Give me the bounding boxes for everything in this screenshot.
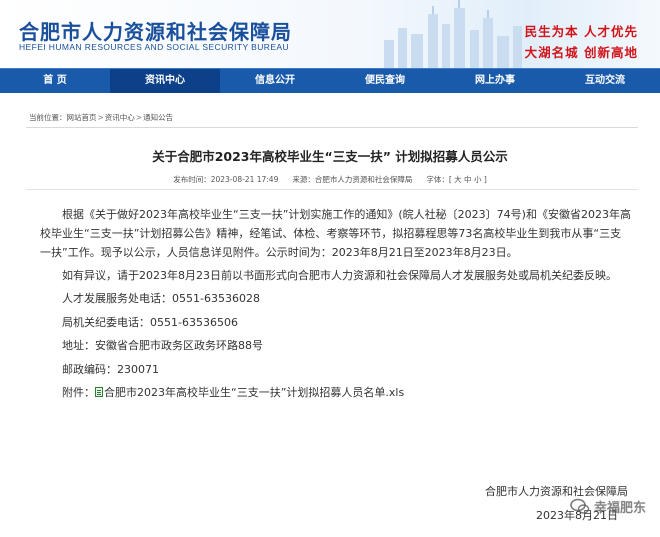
nav-item-news-center[interactable]: 资讯中心 bbox=[110, 69, 220, 93]
article-meta: 发布时间：2023-08-21 17:49 来源：合肥市人力资源和社会保障局 字… bbox=[0, 174, 660, 185]
watermark: 幸福肥东 bbox=[570, 497, 646, 516]
watermark-text: 幸福肥东 bbox=[593, 501, 646, 516]
contact-talent-dept: 人才发展服务处电话：0551-63536028 bbox=[62, 292, 260, 305]
font-size-large[interactable]: 大 bbox=[454, 175, 462, 184]
breadcrumb-prefix: 当前位置： bbox=[29, 113, 67, 122]
nav-item-public-query[interactable]: 便民查询 bbox=[330, 69, 440, 93]
breadcrumb-news-center[interactable]: 资讯中心 bbox=[105, 112, 135, 123]
breadcrumb-notices[interactable]: 通知公告 bbox=[143, 112, 173, 123]
font-size-small[interactable]: 小 bbox=[474, 175, 482, 184]
nav-item-online-service[interactable]: 网上办事 bbox=[440, 69, 550, 93]
slogan-line-2: 大湖名城 创新高地 bbox=[524, 45, 638, 60]
nav-item-interaction[interactable]: 互动交流 bbox=[550, 69, 660, 93]
article-source: 来源：合肥市人力资源和社会保障局 bbox=[292, 175, 413, 184]
site-header: 合肥市人力资源和社会保障局 HEFEI HUMAN RESOURCES AND … bbox=[0, 0, 660, 68]
attachment-link[interactable]: 合肥市2023年高校毕业生“三支一扶”计划拟招募人员名单.xls bbox=[104, 386, 404, 399]
breadcrumb-divider bbox=[26, 127, 638, 128]
article-paragraph-1: 根据《关于做好2023年高校毕业生“三支一扶”计划实施工作的通知》(皖人社秘〔2… bbox=[40, 208, 631, 259]
meta-divider bbox=[26, 189, 638, 190]
article-title: 关于合肥市2023年高校毕业生“三支一扶” 计划拟招募人员公示 bbox=[152, 149, 508, 164]
breadcrumb-separator: > bbox=[135, 113, 143, 122]
excel-file-icon bbox=[95, 387, 103, 397]
publish-time: 发布时间：2023-08-21 17:49 bbox=[173, 175, 279, 184]
contact-address: 地址：安徽省合肥市政务区政务环路88号 bbox=[62, 339, 263, 352]
city-skyline-icon bbox=[384, 0, 522, 68]
breadcrumb-separator: > bbox=[97, 113, 104, 122]
article-body: 根据《关于做好2023年高校毕业生“三支一扶”计划实施工作的通知》(皖人社秘〔2… bbox=[40, 205, 632, 407]
contact-discipline-committee: 局机关纪委电话：0551-63536506 bbox=[62, 315, 238, 329]
attachment-row: 附件： 合肥市2023年高校毕业生“三支一扶”计划拟招募人员名单.xls bbox=[62, 386, 405, 399]
site-logo-subtitle: HEFEI HUMAN RESOURCES AND SOCIAL SECURIT… bbox=[19, 42, 289, 52]
slogan-line-1: 民生为本 人才优先 bbox=[524, 24, 638, 39]
contact-postcode: 邮政编码：230071 bbox=[62, 362, 159, 376]
breadcrumb: 当前位置： 网站首页 > 资讯中心 > 通知公告 bbox=[29, 112, 173, 123]
main-nav: 首 页 资讯中心 信息公开 便民查询 网上办事 互动交流 bbox=[0, 68, 660, 93]
font-size-medium[interactable]: 中 bbox=[464, 175, 472, 184]
nav-item-info-disclosure[interactable]: 信息公开 bbox=[220, 69, 330, 93]
site-logo-title[interactable]: 合肥市人力资源和社会保障局 bbox=[19, 16, 292, 45]
breadcrumb-home[interactable]: 网站首页 bbox=[67, 112, 97, 123]
wechat-channel-icon bbox=[570, 498, 590, 514]
nav-item-home[interactable]: 首 页 bbox=[0, 69, 110, 93]
font-size-control: 字体：[ 大 中 小 ] bbox=[426, 175, 487, 184]
article-paragraph-2: 如有异议，请于2023年8月23日前以书面形式向合肥市人力资源和社会保障局人才发… bbox=[62, 269, 617, 282]
